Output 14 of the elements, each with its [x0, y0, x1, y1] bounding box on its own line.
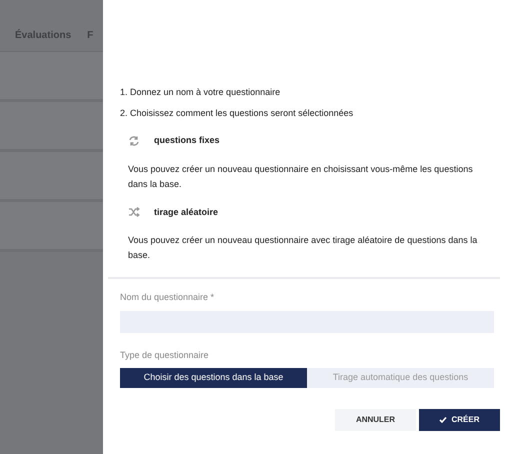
field-label: Nom du questionnaire * [120, 291, 216, 304]
field-label: Type de questionnaire [120, 348, 210, 362]
option-description: Vous pouvez créer un nouveau questionnaire avec tirage aléatoire de questions dans la base. [128, 234, 478, 262]
shuffle-icon [128, 206, 140, 218]
check-icon [439, 416, 448, 424]
step-text: 1. Donnez un nom à votre questionnaire [120, 86, 282, 99]
toggle-option[interactable]: Choisir des questions dans la base [120, 368, 307, 388]
step-text: 2. Choisissez comment les questions seront sélectionnées [120, 106, 354, 120]
option-title: tirage aléatoire [154, 206, 218, 219]
create-button[interactable]: CRÉER [419, 409, 500, 431]
option-title: questions fixes [154, 134, 220, 147]
refresh-icon [128, 134, 140, 147]
option-description: Vous pouvez créer un nouveau questionnaire en choisissant vous-même les questions dans la base. [128, 162, 474, 190]
cancel-button[interactable]: ANNULER [335, 409, 416, 431]
